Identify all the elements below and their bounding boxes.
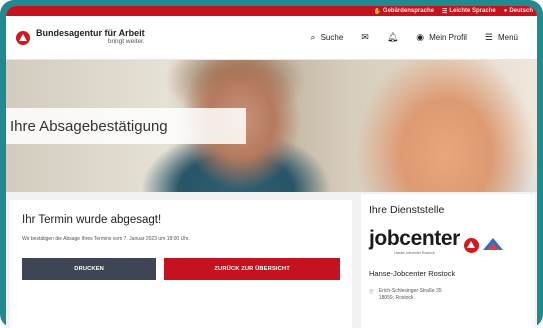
messages-button[interactable]: ✉ [352, 32, 378, 43]
hand-icon: ✋ [373, 8, 381, 15]
print-button[interactable]: DRUCKEN [22, 258, 157, 280]
ba-mark-icon [463, 238, 479, 253]
notifications-button[interactable]: 🔔︎ [378, 32, 407, 43]
easy-language-icon: ☰ [441, 8, 448, 15]
header-nav: ⌕ Suche ✉ 🔔︎ ◉ Mein Profil ☰ Menü [302, 32, 527, 43]
easy-language-label: Leichte Sprache [449, 8, 496, 14]
bell-icon: 🔔︎ [386, 32, 399, 42]
location-pin-icon: ⌾ [369, 287, 374, 296]
user-icon: ◉ [416, 32, 425, 42]
jobcenter-logo: jobcenter Hanse-Jobcenter Rostock [369, 228, 527, 255]
logo-subtitle: bringt weiter. [107, 38, 145, 46]
button-row: DRUCKEN ZURÜCK ZUR ÜBERSICHT [22, 258, 340, 280]
address-lines: Erich-Schlesinger-Straße 35 18059, Rosto… [379, 288, 442, 302]
confirmation-heading: Ihr Termin wurde abgesagt! [22, 214, 162, 226]
jobcenter-logo-sub: Hanse-Jobcenter Rostock [394, 251, 435, 255]
profile-label: Mein Profil [429, 33, 467, 42]
back-to-overview-button[interactable]: ZURÜCK ZUR ÜBERSICHT [164, 258, 340, 280]
jobcenter-word: jobcenter [369, 227, 460, 250]
address-city: 18059, Rostock [378, 294, 414, 301]
hamburger-icon: ☰ [484, 32, 493, 42]
jobcenter-wordmark: jobcenter Hanse-Jobcenter Rostock [369, 228, 460, 255]
search-icon: ⌕ [310, 32, 316, 42]
accessibility-bar: ✋ Gebärdensprache ☰ Leichte Sprache ● De… [6, 6, 537, 16]
search-label: Suche [320, 33, 344, 42]
ba-logo-icon [16, 30, 30, 45]
menu-button[interactable]: ☰ Menü [476, 32, 527, 43]
address-street: Erich-Schlesinger-Straße 35 [378, 288, 442, 294]
language-selector[interactable]: ● Deutsch [504, 8, 533, 14]
browser-screen: ✋ Gebärdensprache ☰ Leichte Sprache ● De… [6, 6, 537, 328]
hero-title-box: Ihre Absagebestätigung [6, 108, 246, 144]
device-frame: ✋ Gebärdensprache ☰ Leichte Sprache ● De… [0, 0, 543, 328]
language-label: Deutsch [509, 8, 533, 14]
site-header: Bundesagentur für Arbeit bringt weiter. … [6, 16, 537, 60]
office-name: Hanse-Jobcenter Rostock [369, 269, 456, 278]
sign-language-link[interactable]: ✋ Gebärdensprache [373, 8, 434, 15]
confirmation-text: Wir bestätigen die Absage Ihres Termins … [22, 236, 190, 242]
mail-icon: ✉ [361, 32, 369, 42]
sign-language-label: Gebärdensprache [382, 8, 434, 14]
hanse-flag-icon [482, 238, 503, 252]
profile-button[interactable]: ◉ Mein Profil [407, 32, 476, 43]
menu-label: Menü [497, 33, 518, 42]
hero-image: Ihre Absagebestätigung [6, 60, 537, 192]
page-title: Ihre Absagebestätigung [10, 117, 168, 135]
confirmation-card: Ihr Termin wurde abgesagt! Wir bestätige… [10, 200, 352, 328]
office-heading: Ihre Dienststelle [369, 204, 445, 216]
office-address: ⌾ Erich-Schlesinger-Straße 35 18059, Ros… [369, 288, 527, 302]
logo-title: Bundesagentur für Arbeit [36, 28, 145, 39]
office-card: Ihre Dienststelle jobcenter Hanse-Jobcen… [361, 194, 535, 328]
language-icon: ● [503, 8, 508, 14]
search-button[interactable]: ⌕ Suche [302, 32, 353, 43]
ba-logo[interactable]: Bundesagentur für Arbeit bringt weiter. [16, 29, 145, 46]
logo-text: Bundesagentur für Arbeit bringt weiter. [36, 29, 145, 46]
easy-language-link[interactable]: ☰ Leichte Sprache [442, 8, 496, 15]
